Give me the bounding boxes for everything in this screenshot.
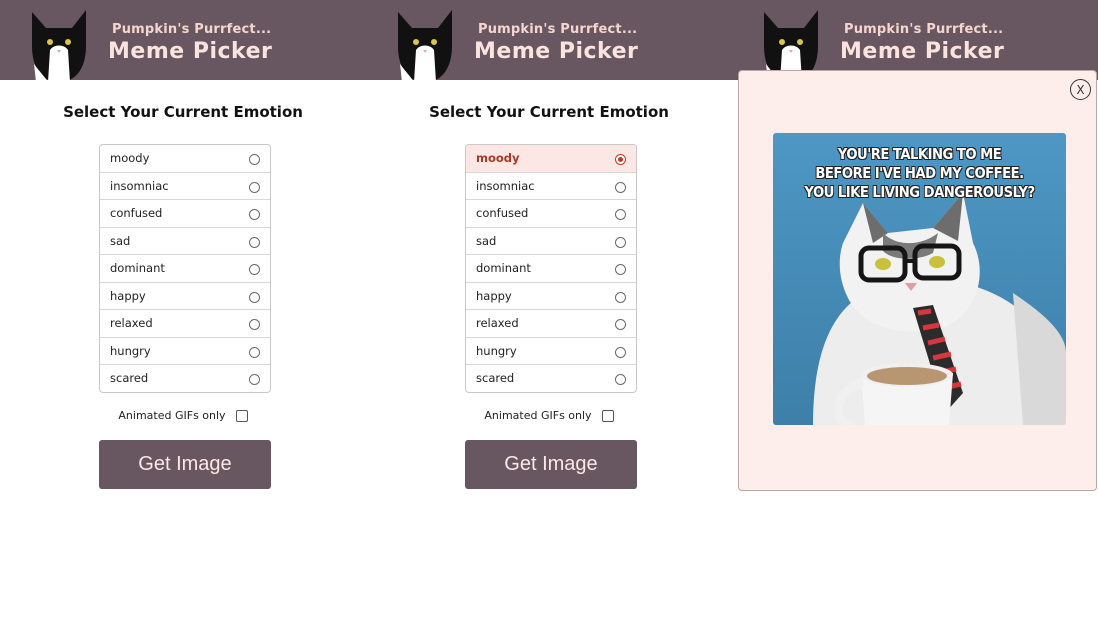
animated-gifs-label: Animated GIFs only bbox=[118, 409, 226, 422]
brand-title: Meme Picker bbox=[474, 39, 639, 64]
emotion-option-hungry[interactable]: hungry bbox=[100, 338, 270, 365]
emotion-option-confused[interactable]: confused bbox=[100, 200, 270, 228]
animated-gifs-checkbox[interactable] bbox=[601, 409, 614, 422]
emotion-label: hungry bbox=[110, 343, 151, 358]
emotion-option-moody[interactable]: moody bbox=[100, 145, 270, 173]
radio-button[interactable] bbox=[249, 209, 260, 220]
emotion-label: moody bbox=[110, 151, 150, 166]
emotion-label: sad bbox=[110, 233, 131, 248]
emotion-label: insomniac bbox=[476, 178, 535, 193]
brand-subtitle: Pumpkin's Purrfect... bbox=[844, 22, 1004, 37]
site-header: Pumpkin's Purrfect... Meme Picker bbox=[366, 0, 732, 82]
get-image-button[interactable]: Get Image bbox=[99, 440, 271, 489]
emotion-label: hungry bbox=[476, 343, 517, 358]
picker-panel-1: Pumpkin's Purrfect... Meme Picker Select… bbox=[0, 0, 366, 631]
meme-modal: X YOU'RE TALKING TO ME BEFORE I'VE HAD M… bbox=[738, 70, 1097, 491]
emotion-label: confused bbox=[476, 206, 529, 221]
radio-button[interactable] bbox=[615, 181, 626, 193]
radio-button[interactable] bbox=[249, 264, 260, 275]
cat-logo-icon bbox=[32, 10, 86, 82]
brand-title: Meme Picker bbox=[108, 39, 273, 64]
emotion-label: happy bbox=[476, 288, 512, 303]
radio-button[interactable] bbox=[249, 374, 260, 385]
emotion-label: happy bbox=[110, 288, 146, 303]
emotion-radio-list: moody insomniac confused sad dominant happy re… bbox=[465, 144, 637, 393]
radio-button[interactable] bbox=[615, 209, 626, 220]
meme-caption-line: YOU LIKE LIVING DANGEROUSLY? bbox=[804, 183, 1035, 201]
emotion-option-moody[interactable]: moody bbox=[466, 145, 636, 173]
cat-logo-icon bbox=[398, 10, 452, 82]
radio-button[interactable] bbox=[249, 181, 260, 193]
radio-button[interactable] bbox=[615, 236, 626, 248]
emotion-option-insomniac[interactable]: insomniac bbox=[466, 173, 636, 200]
emotion-radio-list: moody insomniac confused sad dominant happy re… bbox=[99, 144, 271, 393]
radio-button[interactable] bbox=[615, 154, 626, 165]
site-header: Pumpkin's Purrfect... Meme Picker bbox=[0, 0, 366, 82]
emotion-label: moody bbox=[476, 151, 520, 166]
emotion-heading: Select Your Current Emotion bbox=[63, 103, 303, 121]
radio-button[interactable] bbox=[249, 236, 260, 248]
animated-gifs-checkbox[interactable] bbox=[235, 409, 248, 422]
emotion-option-scared[interactable]: scared bbox=[100, 365, 270, 392]
get-image-button[interactable]: Get Image bbox=[465, 440, 637, 489]
picker-panel-2: Pumpkin's Purrfect... Meme Picker Select… bbox=[366, 0, 732, 631]
emotion-option-relaxed[interactable]: relaxed bbox=[100, 310, 270, 338]
emotion-label: dominant bbox=[476, 261, 531, 276]
emotion-label: insomniac bbox=[110, 178, 169, 193]
animated-gifs-option: Animated GIFs only bbox=[0, 409, 366, 422]
emotion-option-relaxed[interactable]: relaxed bbox=[466, 310, 636, 338]
radio-button[interactable] bbox=[249, 319, 260, 330]
emotion-option-sad[interactable]: sad bbox=[100, 228, 270, 255]
radio-button[interactable] bbox=[615, 264, 626, 275]
emotion-label: confused bbox=[110, 206, 163, 221]
emotion-option-hungry[interactable]: hungry bbox=[466, 338, 636, 365]
emotion-option-confused[interactable]: confused bbox=[466, 200, 636, 228]
emotion-option-happy[interactable]: happy bbox=[466, 283, 636, 310]
brand-title: Meme Picker bbox=[840, 39, 1005, 64]
emotion-label: relaxed bbox=[476, 316, 519, 331]
emotion-option-happy[interactable]: happy bbox=[100, 283, 270, 310]
emotion-label: scared bbox=[476, 371, 515, 386]
radio-button[interactable] bbox=[249, 154, 260, 165]
radio-button[interactable] bbox=[615, 291, 626, 303]
emotion-option-dominant[interactable]: dominant bbox=[466, 255, 636, 283]
radio-button[interactable] bbox=[615, 346, 626, 358]
animated-gifs-label: Animated GIFs only bbox=[484, 409, 592, 422]
radio-button[interactable] bbox=[249, 291, 260, 303]
emotion-option-scared[interactable]: scared bbox=[466, 365, 636, 392]
emotion-label: dominant bbox=[110, 261, 165, 276]
meme-caption-line: YOU'RE TALKING TO ME bbox=[837, 145, 1002, 163]
radio-button[interactable] bbox=[249, 346, 260, 358]
meme-image: YOU'RE TALKING TO ME BEFORE I'VE HAD MY … bbox=[773, 133, 1066, 425]
emotion-option-sad[interactable]: sad bbox=[466, 228, 636, 255]
close-icon[interactable]: X bbox=[1070, 79, 1091, 100]
emotion-heading: Select Your Current Emotion bbox=[429, 103, 669, 121]
meme-caption-line: BEFORE I'VE HAD MY COFFEE. bbox=[815, 164, 1024, 182]
emotion-option-insomniac[interactable]: insomniac bbox=[100, 173, 270, 200]
radio-button[interactable] bbox=[615, 374, 626, 385]
emotion-label: sad bbox=[476, 233, 497, 248]
emotion-label: relaxed bbox=[110, 316, 153, 331]
radio-button[interactable] bbox=[615, 319, 626, 330]
brand-subtitle: Pumpkin's Purrfect... bbox=[478, 22, 638, 37]
site-header: Pumpkin's Purrfect... Meme Picker bbox=[732, 0, 1098, 82]
brand-subtitle: Pumpkin's Purrfect... bbox=[112, 22, 272, 37]
animated-gifs-option: Animated GIFs only bbox=[366, 409, 732, 422]
emotion-label: scared bbox=[110, 371, 149, 386]
meme-caption: YOU'RE TALKING TO ME BEFORE I'VE HAD MY … bbox=[791, 145, 1049, 202]
emotion-option-dominant[interactable]: dominant bbox=[100, 255, 270, 283]
